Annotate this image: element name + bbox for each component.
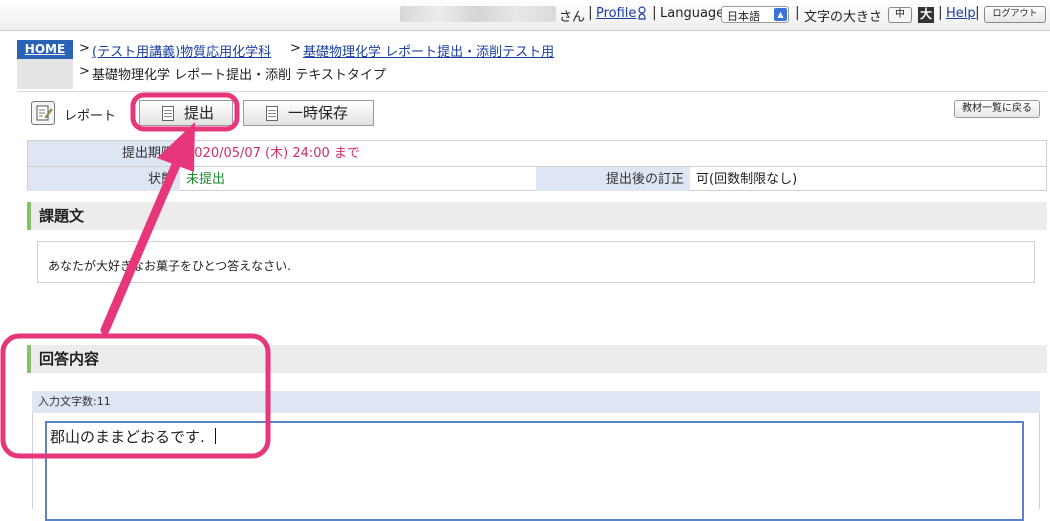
language-select[interactable]: 日本語 ▲	[721, 6, 789, 23]
answer-frame-left	[32, 413, 33, 509]
font-size-large-button[interactable]: 大	[918, 7, 934, 23]
language-value: 日本語	[727, 10, 760, 23]
font-size-label: 文字の大きさ	[804, 10, 883, 25]
back-to-materials-button[interactable]: 教材一覧に戻る	[954, 100, 1040, 118]
breadcrumb-separator: >	[79, 41, 90, 56]
submission-info-table: 提出期限 2020/05/07 (木) 24:00 まで 状態 未提出 提出後の…	[27, 140, 1047, 191]
submit-label: 提出	[184, 104, 215, 122]
task-text: あなたが大好きなお菓子をひとつ答えなさい.	[37, 241, 1035, 283]
answer-textarea[interactable]: 郡山のままどおるです.	[45, 421, 1024, 521]
home-button[interactable]: HOME	[17, 40, 73, 59]
user-suffix: さん	[559, 10, 586, 25]
logout-button[interactable]: ログアウト	[984, 6, 1046, 23]
deadline-label: 提出期限	[28, 141, 180, 166]
divider: |	[938, 5, 943, 21]
divider: |	[652, 5, 657, 21]
text-caret	[214, 428, 216, 444]
submit-icon	[162, 106, 174, 121]
divider: |	[975, 5, 980, 21]
top-bar: さん | Profile | Language 日本語 ▲ | 文字の大きさ 中…	[0, 0, 1050, 31]
answer-heading: 回答内容	[27, 345, 1047, 373]
home-tab-shadow	[17, 59, 73, 89]
breadcrumb-separator: >	[290, 41, 301, 56]
answer-text: 郡山のままどおるです.	[50, 428, 205, 446]
user-name-blurred	[400, 6, 556, 22]
character-count: 入力文字数:11	[32, 391, 1040, 413]
divider: |	[588, 5, 593, 21]
breadcrumb-separator: >	[79, 64, 90, 79]
correction-label: 提出後の訂正	[536, 166, 690, 191]
divider: |	[795, 5, 800, 21]
status-value: 未提出	[180, 166, 536, 191]
status-label: 状態	[28, 166, 180, 191]
font-size-medium-button[interactable]: 中	[888, 7, 912, 23]
answer-frame-right	[1039, 413, 1040, 509]
breadcrumb-material-link[interactable]: 基礎物理化学 レポート提出・添削テスト用	[303, 41, 554, 60]
save-icon	[266, 106, 278, 121]
report-label: レポート	[64, 109, 117, 124]
breadcrumb-course-link[interactable]: (テスト用講義)物質応用化学科	[92, 41, 271, 60]
select-arrow-icon: ▲	[774, 8, 787, 21]
report-icon	[31, 101, 55, 125]
divider-line	[17, 91, 1047, 92]
correction-value: 可(回数制限なし)	[690, 166, 1046, 191]
language-label: Language	[660, 6, 725, 21]
task-heading: 課題文	[27, 202, 1047, 230]
temp-save-button[interactable]: 一時保存	[243, 100, 374, 126]
person-icon[interactable]	[638, 6, 646, 20]
submit-button[interactable]: 提出	[139, 100, 233, 126]
temp-save-label: 一時保存	[288, 104, 349, 122]
help-link[interactable]: Help	[946, 6, 976, 21]
breadcrumb-current: 基礎物理化学 レポート提出・添削 テキストタイプ	[92, 68, 386, 83]
deadline-value: 2020/05/07 (木) 24:00 まで	[186, 146, 360, 161]
profile-link[interactable]: Profile	[596, 6, 636, 21]
